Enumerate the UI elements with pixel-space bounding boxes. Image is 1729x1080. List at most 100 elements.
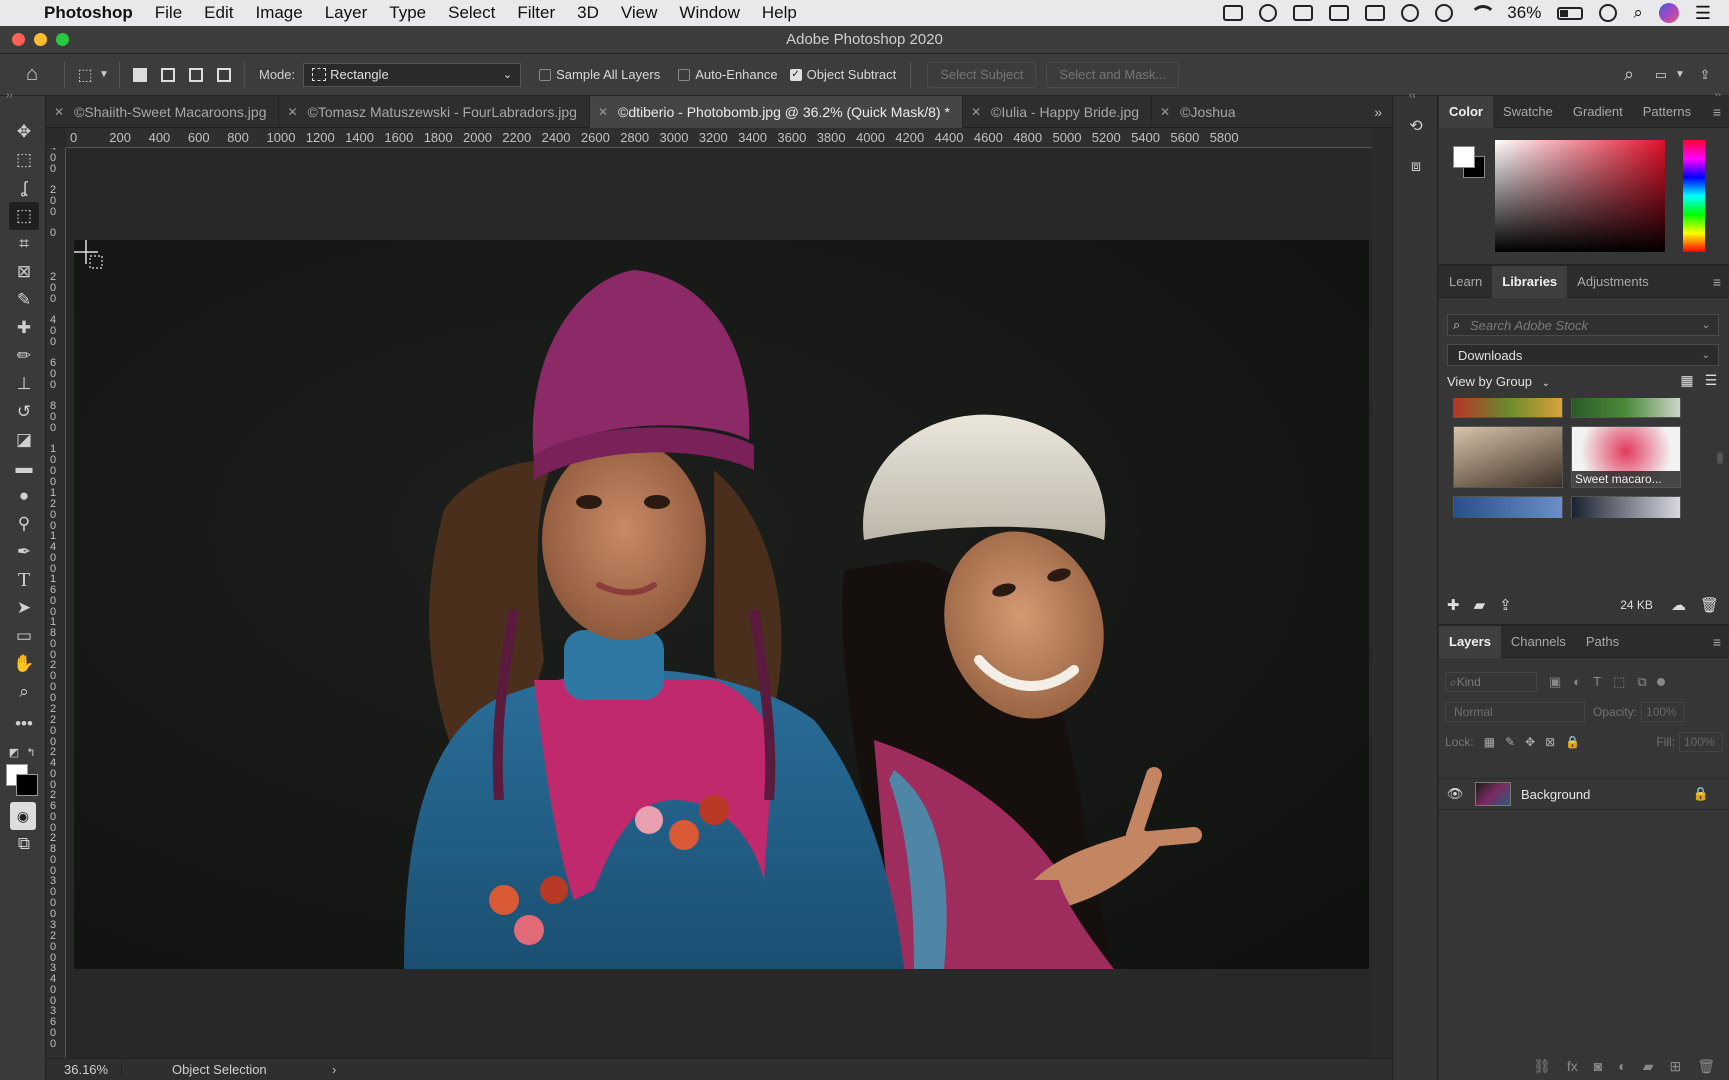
- type-filter-icon[interactable]: T: [1593, 674, 1601, 690]
- blend-mode-select[interactable]: Normal: [1445, 702, 1585, 722]
- home-icon[interactable]: ⌂: [20, 63, 44, 87]
- trash-icon[interactable]: 🗑: [1700, 596, 1719, 614]
- menu-edit[interactable]: Edit: [204, 3, 233, 23]
- eraser-tool-icon[interactable]: ◪: [9, 426, 39, 454]
- menu-type[interactable]: Type: [389, 3, 426, 23]
- fx-icon[interactable]: fx: [1567, 1058, 1578, 1074]
- wifi-icon[interactable]: [1469, 5, 1497, 21]
- marquee-tool-icon[interactable]: ⬚: [9, 146, 39, 174]
- shape-filter-icon[interactable]: ⬚: [1613, 674, 1625, 690]
- search-adobe-stock-input[interactable]: ⌕ Search Adobe Stock ⌄: [1447, 314, 1719, 336]
- bi-icon[interactable]: [1329, 5, 1350, 21]
- chevron-down-icon[interactable]: ⌄: [1702, 320, 1710, 331]
- adjustment-filter-icon[interactable]: ◐: [1573, 674, 1581, 690]
- chevron-down-icon[interactable]: ▼: [1673, 63, 1687, 87]
- type-tool-icon[interactable]: T: [9, 566, 39, 594]
- shield-icon[interactable]: [1365, 5, 1386, 21]
- background-color-swatch[interactable]: [16, 774, 38, 796]
- tab-photobomb[interactable]: ✕ ©dtiberio - Photobomb.jpg @ 36.2% (Quic…: [589, 95, 963, 128]
- tool-preset-picker-icon[interactable]: ⬚: [73, 63, 97, 87]
- tab-patterns[interactable]: Patterns: [1633, 96, 1701, 128]
- opacity-input[interactable]: 100%: [1641, 702, 1686, 722]
- hue-slider[interactable]: [1683, 140, 1705, 252]
- library-item[interactable]: [1571, 398, 1681, 418]
- intersect-selection-button[interactable]: [212, 63, 236, 87]
- tab-gradients[interactable]: Gradient: [1563, 96, 1633, 128]
- smart-object-filter-icon[interactable]: ⧉: [1637, 674, 1646, 690]
- tab-happy-bride[interactable]: ✕ ©Iulia - Happy Bride.jpg: [963, 95, 1153, 128]
- gradient-tool-icon[interactable]: ▬: [9, 454, 39, 482]
- lock-icon[interactable]: 🔒: [1693, 786, 1709, 802]
- visibility-eye-icon[interactable]: 👁: [1439, 786, 1471, 802]
- library-item[interactable]: Sweet macaro...: [1571, 426, 1681, 488]
- tab-adjustments[interactable]: Adjustments: [1567, 266, 1659, 298]
- tab-layers[interactable]: Layers: [1439, 625, 1501, 658]
- lock-position-icon[interactable]: ✥: [1525, 735, 1535, 749]
- color-field[interactable]: [1495, 140, 1665, 252]
- lock-artboard-icon[interactable]: ⊠: [1545, 735, 1555, 749]
- close-tab-icon[interactable]: ✕: [1160, 105, 1170, 119]
- select-and-mask-button[interactable]: Select and Mask...: [1046, 61, 1180, 88]
- menu-file[interactable]: File: [155, 3, 182, 23]
- zoom-level[interactable]: 36.16%: [46, 1062, 122, 1077]
- new-selection-button[interactable]: [128, 63, 152, 87]
- fill-input[interactable]: 100%: [1679, 732, 1723, 752]
- spotlight-search-icon[interactable]: ⌕: [1633, 3, 1643, 23]
- menu-3d[interactable]: 3D: [577, 3, 599, 23]
- workspace-icon[interactable]: ▭: [1649, 63, 1673, 87]
- kind-filter-select[interactable]: ⌕ Kind: [1445, 672, 1537, 692]
- photo-image[interactable]: [74, 240, 1369, 969]
- focus-icon[interactable]: [1599, 4, 1618, 22]
- tab-learn[interactable]: Learn: [1439, 266, 1492, 298]
- rectangle-tool-icon[interactable]: ▭: [9, 622, 39, 650]
- menu-view[interactable]: View: [621, 3, 658, 23]
- auto-enhance-checkbox[interactable]: Auto-Enhance: [678, 67, 778, 82]
- eyedropper-tool-icon[interactable]: ✎: [9, 286, 39, 314]
- menu-window[interactable]: Window: [679, 3, 739, 23]
- object-subtract-checkbox[interactable]: ✓ Object Subtract: [789, 67, 896, 82]
- history-brush-tool-icon[interactable]: ↺: [9, 398, 39, 426]
- healing-brush-tool-icon[interactable]: ✚: [9, 314, 39, 342]
- view-by-group-dropdown[interactable]: View by Group ⌄: [1447, 374, 1550, 389]
- close-window-button[interactable]: [12, 33, 25, 46]
- library-item[interactable]: [1453, 398, 1563, 418]
- close-tab-icon[interactable]: ✕: [54, 105, 64, 119]
- close-tab-icon[interactable]: ✕: [971, 105, 981, 119]
- minimize-window-button[interactable]: [34, 33, 47, 46]
- swap-colors-icon[interactable]: ↰: [22, 738, 40, 766]
- path-selection-tool-icon[interactable]: ➤: [9, 594, 39, 622]
- history-panel-icon[interactable]: ⟲: [1405, 116, 1427, 138]
- app-menu[interactable]: Photoshop: [44, 3, 133, 23]
- tab-channels[interactable]: Channels: [1501, 626, 1576, 658]
- collapse-dock-icon[interactable]: ‹‹: [1409, 90, 1416, 101]
- battery-icon[interactable]: [1557, 6, 1584, 20]
- cloud-icon[interactable]: ☁: [1671, 596, 1686, 614]
- tab-sweet-macaroons[interactable]: ✕ ©Shaiith-Sweet Macaroons.jpg: [46, 95, 280, 128]
- tab-four-labradors[interactable]: ✕ ©Tomasz Matuszewski - FourLabradors.jpg: [279, 95, 590, 128]
- move-tool-icon[interactable]: ✥: [9, 118, 39, 146]
- upload-icon[interactable]: ⇪: [1499, 596, 1512, 614]
- panel-menu-icon[interactable]: ≡: [1713, 274, 1729, 290]
- hand-tool-icon[interactable]: ✋: [9, 650, 39, 678]
- quick-mask-icon[interactable]: ◉: [10, 802, 36, 830]
- adjustment-layer-icon[interactable]: ◐: [1618, 1058, 1626, 1074]
- search-icon[interactable]: ⌕: [1617, 63, 1641, 87]
- library-item[interactable]: [1453, 496, 1563, 518]
- add-to-selection-button[interactable]: [156, 63, 180, 87]
- status-info[interactable]: Object Selection: [122, 1062, 332, 1077]
- filter-toggle-icon[interactable]: [1656, 678, 1665, 686]
- add-icon[interactable]: ✚: [1447, 596, 1460, 614]
- screen-recorder-icon[interactable]: [1223, 5, 1244, 21]
- grid-view-icon[interactable]: ▦: [1679, 372, 1695, 388]
- screen-mode-icon[interactable]: ⧉: [9, 830, 39, 858]
- pen-tool-icon[interactable]: ✒: [9, 538, 39, 566]
- lasso-tool-icon[interactable]: ʆ: [9, 174, 39, 202]
- lock-transparency-icon[interactable]: ▦: [1484, 735, 1495, 749]
- menu-filter[interactable]: Filter: [517, 3, 555, 23]
- close-tab-icon[interactable]: ✕: [287, 105, 297, 119]
- panel-menu-icon[interactable]: ≡: [1713, 104, 1729, 120]
- new-group-icon[interactable]: ▰: [1643, 1058, 1654, 1075]
- siri-icon[interactable]: [1658, 3, 1679, 23]
- new-layer-icon[interactable]: ⊞: [1669, 1058, 1681, 1075]
- document-canvas[interactable]: [67, 149, 1372, 1058]
